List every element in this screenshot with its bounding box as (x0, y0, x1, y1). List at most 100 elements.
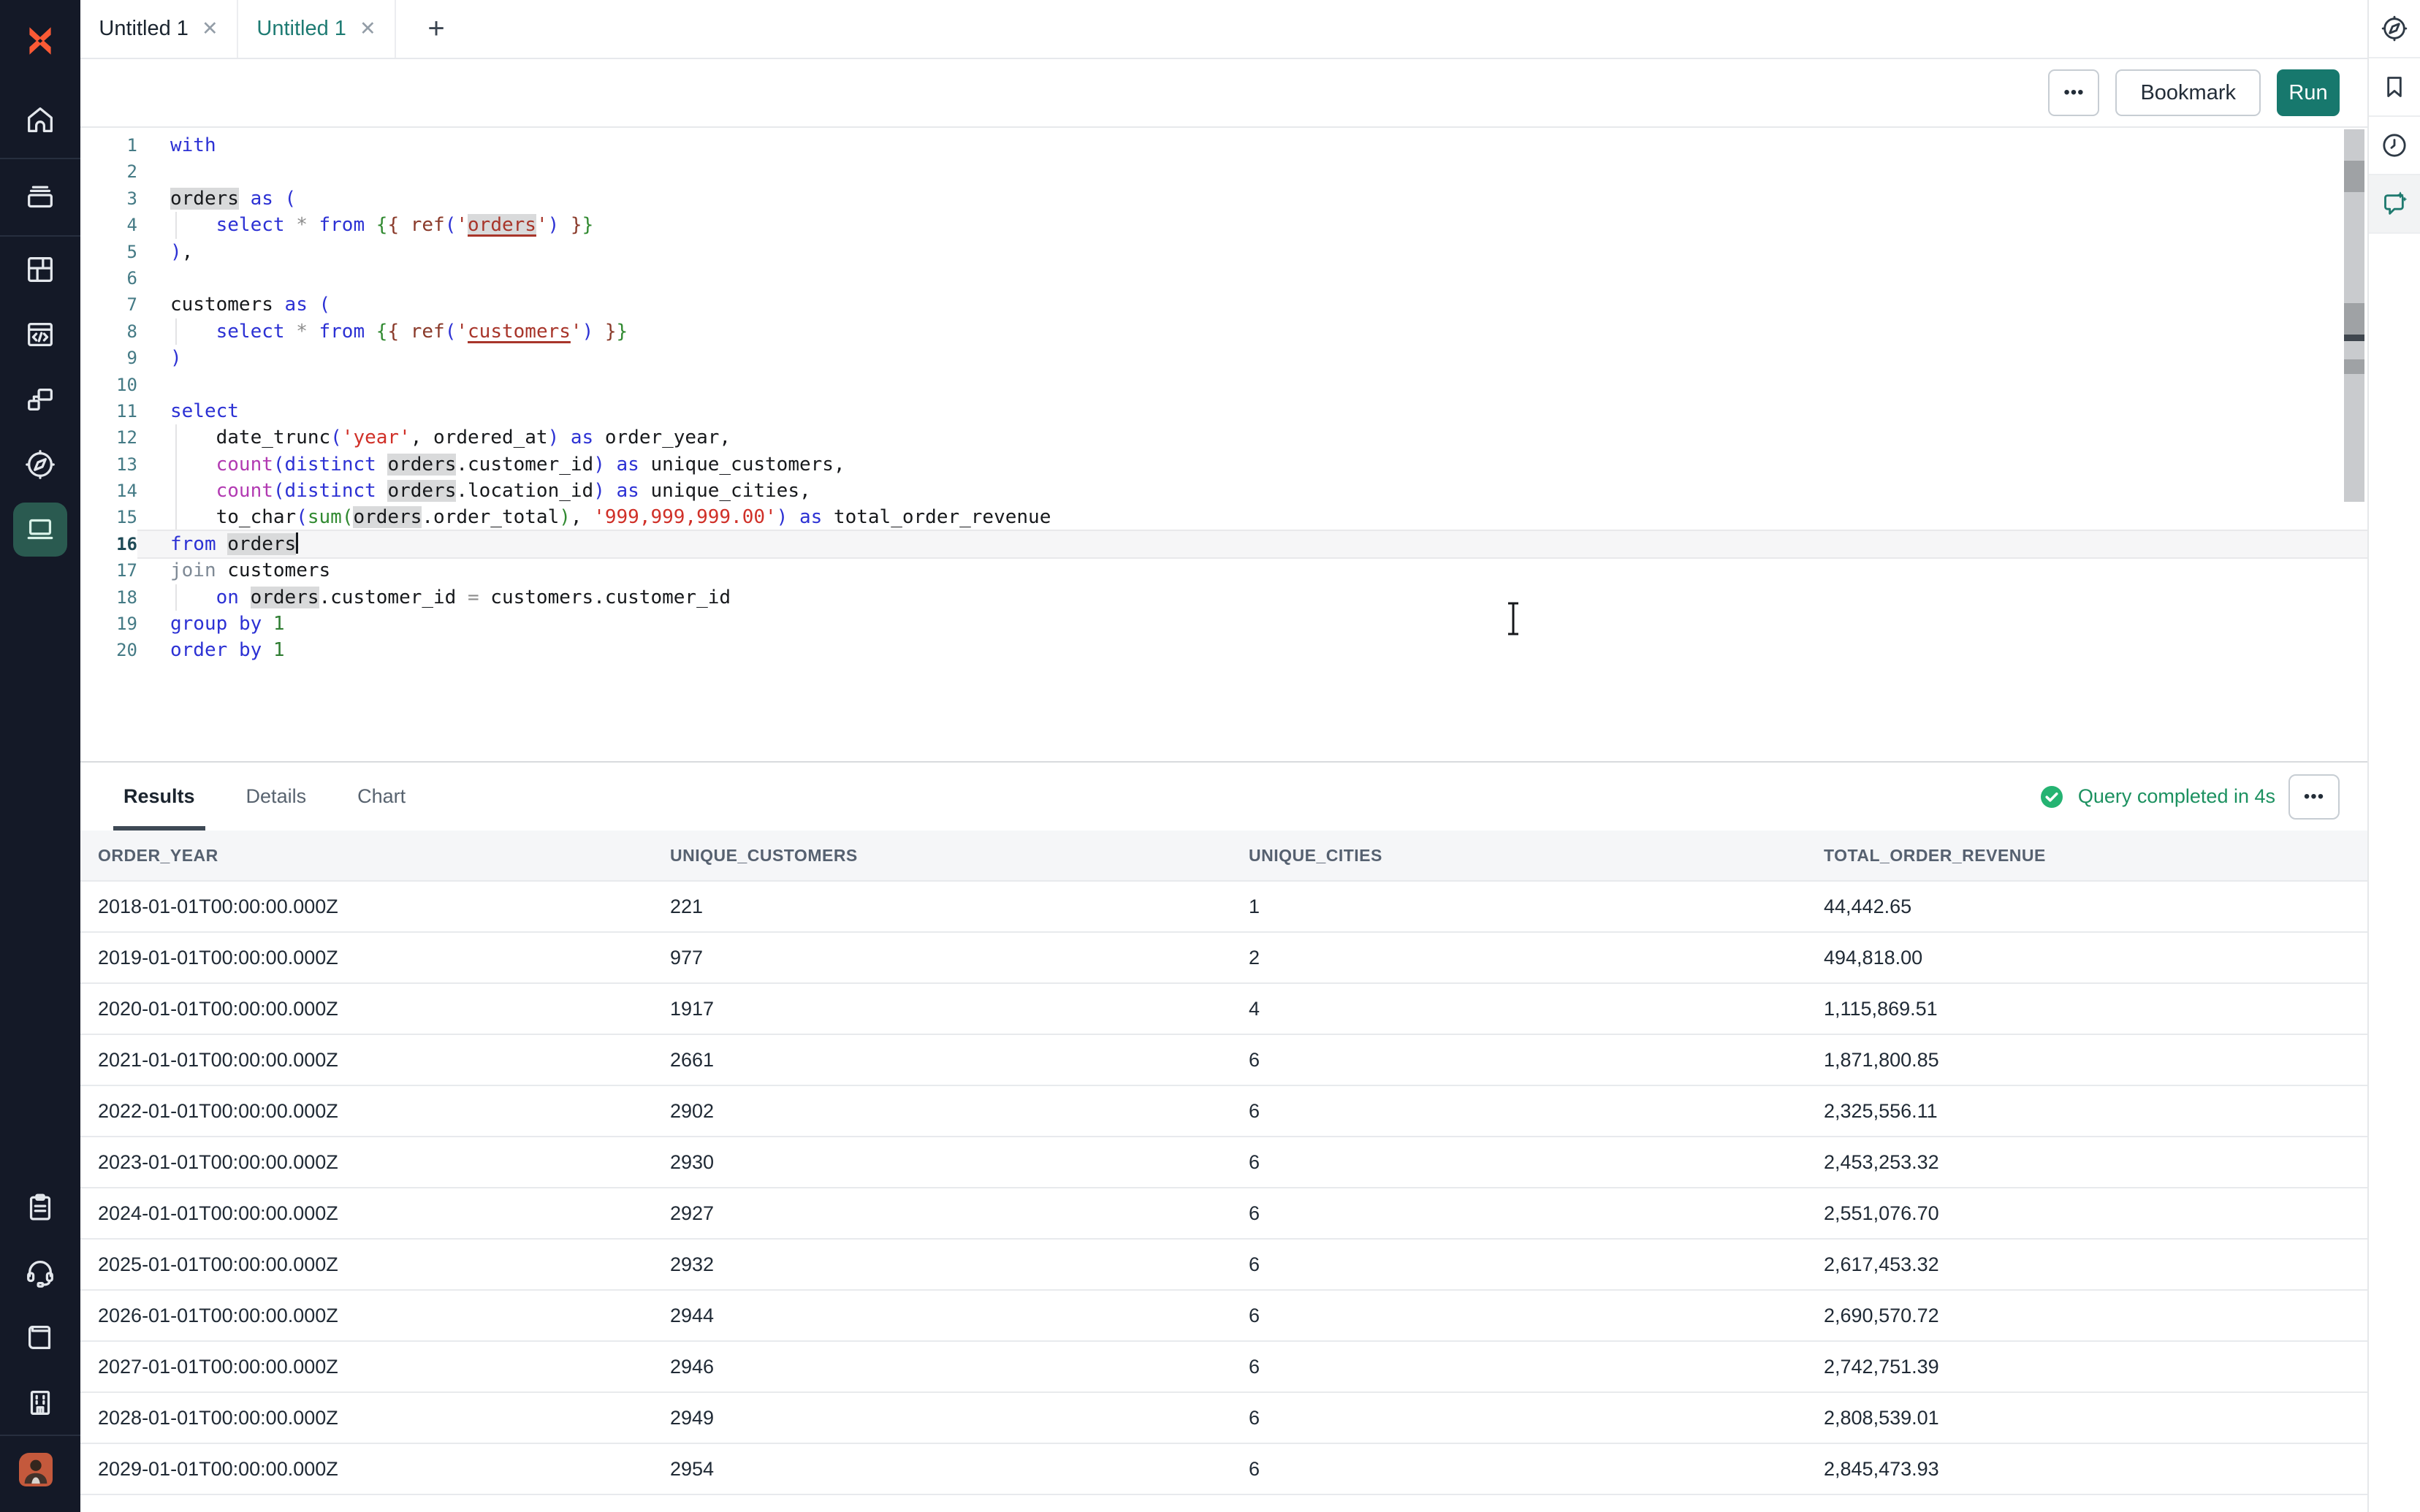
building-icon (23, 1386, 57, 1419)
sidebar-item-code-window[interactable] (0, 302, 80, 367)
tab-results[interactable]: Results (123, 763, 195, 831)
code-line-13[interactable]: 13count(distinct orders.customer_id) as … (80, 451, 2367, 478)
book-icon (23, 1321, 57, 1354)
tab-details[interactable]: Details (246, 763, 307, 831)
code-line-19[interactable]: 19group by 1 (80, 611, 2367, 637)
code-lines: 1with23orders as (4select * from {{ ref(… (80, 132, 2367, 664)
code-line-content: with (137, 132, 2367, 159)
code-line-8[interactable]: 8select * from {{ ref('customers') }} (80, 318, 2367, 345)
column-header-order_year[interactable]: ORDER_YEAR (80, 831, 652, 880)
sidebar-item-compass[interactable] (0, 432, 80, 497)
table-cell: 1917 (652, 984, 1231, 1034)
line-number: 9 (80, 345, 137, 371)
code-line-10[interactable]: 10 (80, 372, 2367, 398)
code-line-5[interactable]: 5), (80, 239, 2367, 265)
sidebar-item-book[interactable] (0, 1305, 80, 1370)
bookmark-button[interactable]: Bookmark (2115, 69, 2261, 116)
column-header-unique_customers[interactable]: UNIQUE_CUSTOMERS (652, 831, 1231, 880)
code-line-content (137, 159, 2367, 185)
code-line-20[interactable]: 20order by 1 (80, 637, 2367, 663)
tab-chart[interactable]: Chart (357, 763, 406, 831)
sidebar-item-building[interactable] (0, 1370, 80, 1435)
table-cell: 2954 (652, 1444, 1231, 1494)
right-rail-compass-button[interactable] (2369, 0, 2420, 58)
table-cell: 2946 (652, 1342, 1231, 1391)
results-more-button[interactable]: ••• (2288, 774, 2340, 820)
column-header-total_order_revenue[interactable]: TOTAL_ORDER_REVENUE (1806, 831, 2367, 880)
code-line-3[interactable]: 3orders as ( (80, 186, 2367, 212)
sidebar-item-grid[interactable] (0, 237, 80, 302)
more-options-button[interactable]: ••• (2048, 69, 2099, 116)
right-rail-history-button[interactable] (2369, 117, 2420, 175)
column-header-unique_cities[interactable]: UNIQUE_CITIES (1231, 831, 1806, 880)
terminal-icon (13, 503, 67, 557)
code-line-content: order by 1 (137, 637, 2367, 663)
sql-editor[interactable]: 1with23orders as (4select * from {{ ref(… (80, 128, 2367, 761)
sidebar-item-home[interactable] (0, 82, 80, 158)
table-row: 2029-01-01T00:00:00.000Z295462,845,473.9… (80, 1444, 2367, 1495)
query-status: Query completed in 4s ••• (2039, 774, 2367, 820)
table-cell: 6 (1231, 1342, 1806, 1391)
magic-chat-icon (2380, 189, 2409, 218)
code-line-content: on orders.customer_id = customers.custom… (137, 584, 2367, 611)
run-button[interactable]: Run (2277, 69, 2340, 116)
sidebar-item-headset[interactable] (0, 1240, 80, 1305)
code-line-17[interactable]: 17join customers (80, 557, 2367, 584)
code-line-15[interactable]: 15to_char(sum(orders.order_total), '999,… (80, 504, 2367, 530)
scrollbar-cursor-mark (2344, 335, 2364, 341)
line-number: 4 (80, 212, 137, 238)
windows-icon (23, 383, 57, 416)
table-cell: 2023-01-01T00:00:00.000Z (80, 1137, 652, 1187)
project-tab-2[interactable]: Untitled 1✕ (238, 0, 396, 58)
code-line-14[interactable]: 14count(distinct orders.location_id) as … (80, 478, 2367, 504)
new-tab-button[interactable]: + (396, 0, 476, 58)
sidebar-item-terminal[interactable] (0, 497, 80, 562)
code-line-6[interactable]: 6 (80, 265, 2367, 291)
table-cell: 2,617,453.32 (1806, 1240, 2367, 1289)
close-tab-icon[interactable]: ✕ (359, 19, 376, 39)
line-number: 10 (80, 372, 137, 398)
table-row: 2026-01-01T00:00:00.000Z294462,690,570.7… (80, 1291, 2367, 1342)
scrollbar-thumb[interactable] (2344, 303, 2364, 336)
code-line-16[interactable]: 16from orders (80, 531, 2367, 557)
toolbar: ••• Bookmark Run (80, 59, 2367, 128)
code-line-11[interactable]: 11select (80, 398, 2367, 424)
table-cell: 2020-01-01T00:00:00.000Z (80, 984, 652, 1034)
code-line-1[interactable]: 1with (80, 132, 2367, 159)
right-rail-magic-chat-button[interactable] (2369, 175, 2420, 234)
table-row: 2022-01-01T00:00:00.000Z290262,325,556.1… (80, 1086, 2367, 1137)
code-line-content: group by 1 (137, 611, 2367, 637)
sidebar-item-windows[interactable] (0, 367, 80, 432)
code-line-2[interactable]: 2 (80, 159, 2367, 185)
line-number: 7 (80, 291, 137, 318)
code-line-content (137, 372, 2367, 398)
sidebar-item-account[interactable] (0, 1436, 80, 1512)
scrollbar-mark (2344, 161, 2364, 192)
table-cell: 2022-01-01T00:00:00.000Z (80, 1086, 652, 1136)
editor-scrollbar[interactable] (2344, 129, 2364, 502)
table-row: 2020-01-01T00:00:00.000Z191741,115,869.5… (80, 984, 2367, 1035)
table-cell: 221 (652, 882, 1231, 931)
sidebar-item-clipboard[interactable] (0, 1175, 80, 1240)
code-line-7[interactable]: 7customers as ( (80, 291, 2367, 318)
table-cell: 2,808,539.01 (1806, 1393, 2367, 1443)
table-cell: 2027-01-01T00:00:00.000Z (80, 1342, 652, 1391)
table-row: 2024-01-01T00:00:00.000Z292762,551,076.7… (80, 1188, 2367, 1240)
right-sidebar (2367, 0, 2420, 1512)
code-line-18[interactable]: 18on orders.customer_id = customers.cust… (80, 584, 2367, 611)
code-line-4[interactable]: 4select * from {{ ref('orders') }} (80, 212, 2367, 238)
hex-logo[interactable] (0, 0, 80, 82)
code-line-9[interactable]: 9) (80, 345, 2367, 371)
close-tab-icon[interactable]: ✕ (202, 19, 218, 39)
line-number: 15 (80, 504, 137, 530)
text-caret (296, 532, 298, 554)
right-rail-bookmark-button[interactable] (2369, 58, 2420, 117)
code-line-12[interactable]: 12date_trunc('year', ordered_at) as orde… (80, 424, 2367, 451)
table-cell: 1,115,869.51 (1806, 984, 2367, 1034)
table-cell: 2902 (652, 1086, 1231, 1136)
table-cell: 2927 (652, 1188, 1231, 1238)
sidebar-item-inbox[interactable] (0, 159, 80, 235)
line-number: 1 (80, 132, 137, 159)
project-tab-1[interactable]: Untitled 1✕ (80, 0, 238, 58)
results-table[interactable]: ORDER_YEARUNIQUE_CUSTOMERSUNIQUE_CITIEST… (80, 831, 2367, 1512)
